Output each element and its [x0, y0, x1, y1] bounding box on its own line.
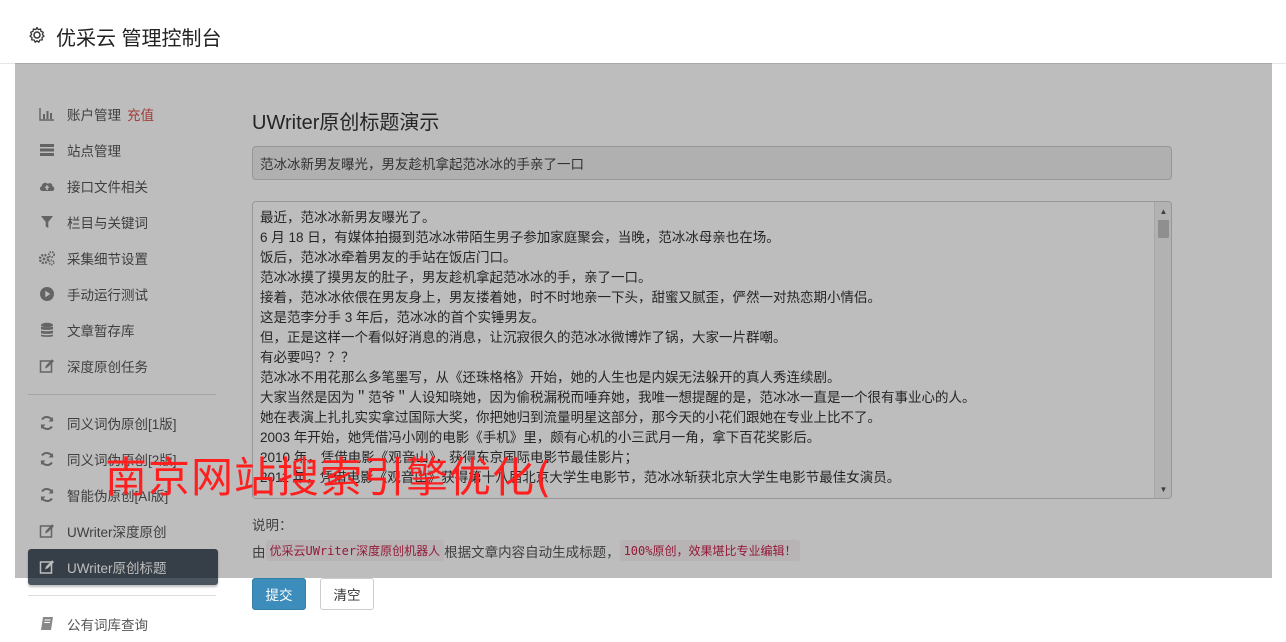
- sidebar-item-label: 公有词库查询: [67, 618, 148, 633]
- sidebar-item-label: UWriter原创标题: [67, 561, 167, 576]
- recharge-link[interactable]: 充值: [127, 104, 154, 124]
- edit-icon: [38, 558, 56, 576]
- scroll-down-arrow-icon[interactable]: ▼: [1155, 482, 1171, 496]
- sidebar-item-label: UWriter深度原创: [67, 525, 167, 540]
- article-line: 范冰冰不用花那么多笔墨写，从《还珠格格》开始，她的人生也是内娱无法躲开的真人秀连…: [260, 370, 841, 385]
- top-bar: 优采云 管理控制台: [0, 0, 1286, 64]
- book-icon: [38, 615, 56, 633]
- article-line: 有必要吗？？？: [260, 350, 355, 365]
- gear-icon: [28, 26, 46, 47]
- main-content: UWriter原创标题演示 范冰冰新男友曝光，男友趁机拿起范冰冰的手亲了一口 最…: [252, 96, 1172, 610]
- article-line: 大家当然是因为＂范爷＂人设知晓她，因为偷税漏税而唾弃她，我唯一想提醒的是，范冰冰…: [260, 390, 976, 405]
- edit-icon: [38, 357, 56, 375]
- sidebar-item-label: 同义词伪原创[1版]: [67, 417, 177, 432]
- sidebar-item-label: 文章暂存库: [67, 324, 135, 339]
- clear-button[interactable]: 清空: [320, 578, 374, 610]
- play-circle-icon: [38, 285, 56, 303]
- article-line: 最近，范冰冰新男友曝光了。: [260, 210, 436, 225]
- filter-icon: [38, 213, 56, 231]
- gears-icon: [38, 249, 56, 267]
- article-line: 饭后，范冰冰牵着男友的手站在饭店门口。: [260, 250, 517, 265]
- sidebar-divider: [28, 394, 216, 395]
- note-section: 说明： 由 优采云UWriter深度原创机器人 根据文章内容自动生成标题， 10…: [252, 514, 1172, 561]
- scroll-up-arrow-icon[interactable]: ▲: [1155, 204, 1171, 218]
- sidebar-item-deep-original-task[interactable]: 深度原创任务: [28, 348, 218, 384]
- sidebar-item-label: 接口文件相关: [67, 180, 148, 195]
- sidebar-item-api-files[interactable]: 接口文件相关: [28, 168, 218, 204]
- brand: 优采云 管理控制台: [28, 22, 222, 51]
- note-text: 由 优采云UWriter深度原创机器人 根据文章内容自动生成标题， 100%原创…: [252, 540, 1172, 561]
- edit-icon: [38, 522, 56, 540]
- sidebar-item-collect-settings[interactable]: 采集细节设置: [28, 240, 218, 276]
- sidebar-item-article-store[interactable]: 文章暂存库: [28, 312, 218, 348]
- note-prefix: 由: [252, 544, 266, 560]
- sidebar: 账户管理 充值 站点管理 接口文件相关 栏目与关键词 采集细节设置 手动运行测试…: [28, 96, 218, 642]
- sidebar-item-synonym-v1[interactable]: 同义词伪原创[1版]: [28, 405, 218, 441]
- sidebar-item-columns-keywords[interactable]: 栏目与关键词: [28, 204, 218, 240]
- refresh-icon: [38, 414, 56, 432]
- article-line: 但，正是这样一个看似好消息的消息，让沉寂很久的范冰冰微博炸了锅，大家一片群嘲。: [260, 330, 787, 345]
- sidebar-item-public-lexicon[interactable]: 公有词库查询: [28, 606, 218, 642]
- note-middle: 根据文章内容自动生成标题，: [444, 544, 620, 560]
- sidebar-item-account[interactable]: 账户管理 充值: [28, 96, 218, 132]
- sidebar-item-uwriter-deep[interactable]: UWriter深度原创: [28, 513, 218, 549]
- sidebar-divider: [28, 595, 216, 596]
- article-line: 范冰冰摸了摸男友的肚子，男友趁机拿起范冰冰的手，亲了一口。: [260, 270, 652, 285]
- sidebar-item-label: 站点管理: [67, 144, 121, 159]
- database-icon: [38, 321, 56, 339]
- title-input[interactable]: 范冰冰新男友曝光，男友趁机拿起范冰冰的手亲了一口: [252, 146, 1172, 180]
- refresh-icon: [38, 450, 56, 468]
- refresh-icon: [38, 486, 56, 504]
- article-line: 6 月 18 日，有媒体拍摄到范冰冰带陌生男子参加家庭聚会，当晚，范冰冰母亲也在…: [260, 230, 780, 245]
- scrollbar[interactable]: ▲ ▼: [1154, 202, 1171, 498]
- note-label: 说明：: [252, 518, 293, 533]
- submit-button[interactable]: 提交: [252, 578, 306, 610]
- sidebar-item-label: 栏目与关键词: [67, 216, 148, 231]
- bar-chart-icon: [38, 105, 56, 123]
- article-line: 她在表演上扎扎实实拿过国际大奖，你把她归到流量明星这部分，那今天的小花们跟她在专…: [260, 410, 881, 425]
- article-line: 这是范李分手 3 年后，范冰冰的首个实锤男友。: [260, 310, 546, 325]
- article-line: 接着，范冰冰依偎在男友身上，男友搂着她，时不时地亲一下头，甜蜜又腻歪，俨然一对热…: [260, 290, 881, 305]
- form-buttons: 提交 清空: [252, 578, 374, 610]
- overlay-watermark-text: 南京网站搜索引擎优化(: [105, 453, 553, 502]
- note-code-original: 100%原创，效果堪比专业编辑！: [619, 540, 801, 561]
- sidebar-item-label: 账户管理: [67, 108, 121, 123]
- app-title: 优采云 管理控制台: [56, 28, 222, 50]
- sidebar-item-sites[interactable]: 站点管理: [28, 132, 218, 168]
- server-list-icon: [38, 141, 56, 159]
- sidebar-item-manual-run[interactable]: 手动运行测试: [28, 276, 218, 312]
- sidebar-item-label: 深度原创任务: [67, 360, 148, 375]
- page-title: UWriter原创标题演示: [252, 112, 440, 134]
- sidebar-item-uwriter-title[interactable]: UWriter原创标题: [28, 549, 218, 585]
- sidebar-item-label: 手动运行测试: [67, 288, 148, 303]
- note-code-robot: 优采云UWriter深度原创机器人: [265, 540, 445, 561]
- scroll-thumb[interactable]: [1158, 220, 1169, 238]
- sidebar-item-label: 采集细节设置: [67, 252, 148, 267]
- cloud-upload-icon: [38, 177, 56, 195]
